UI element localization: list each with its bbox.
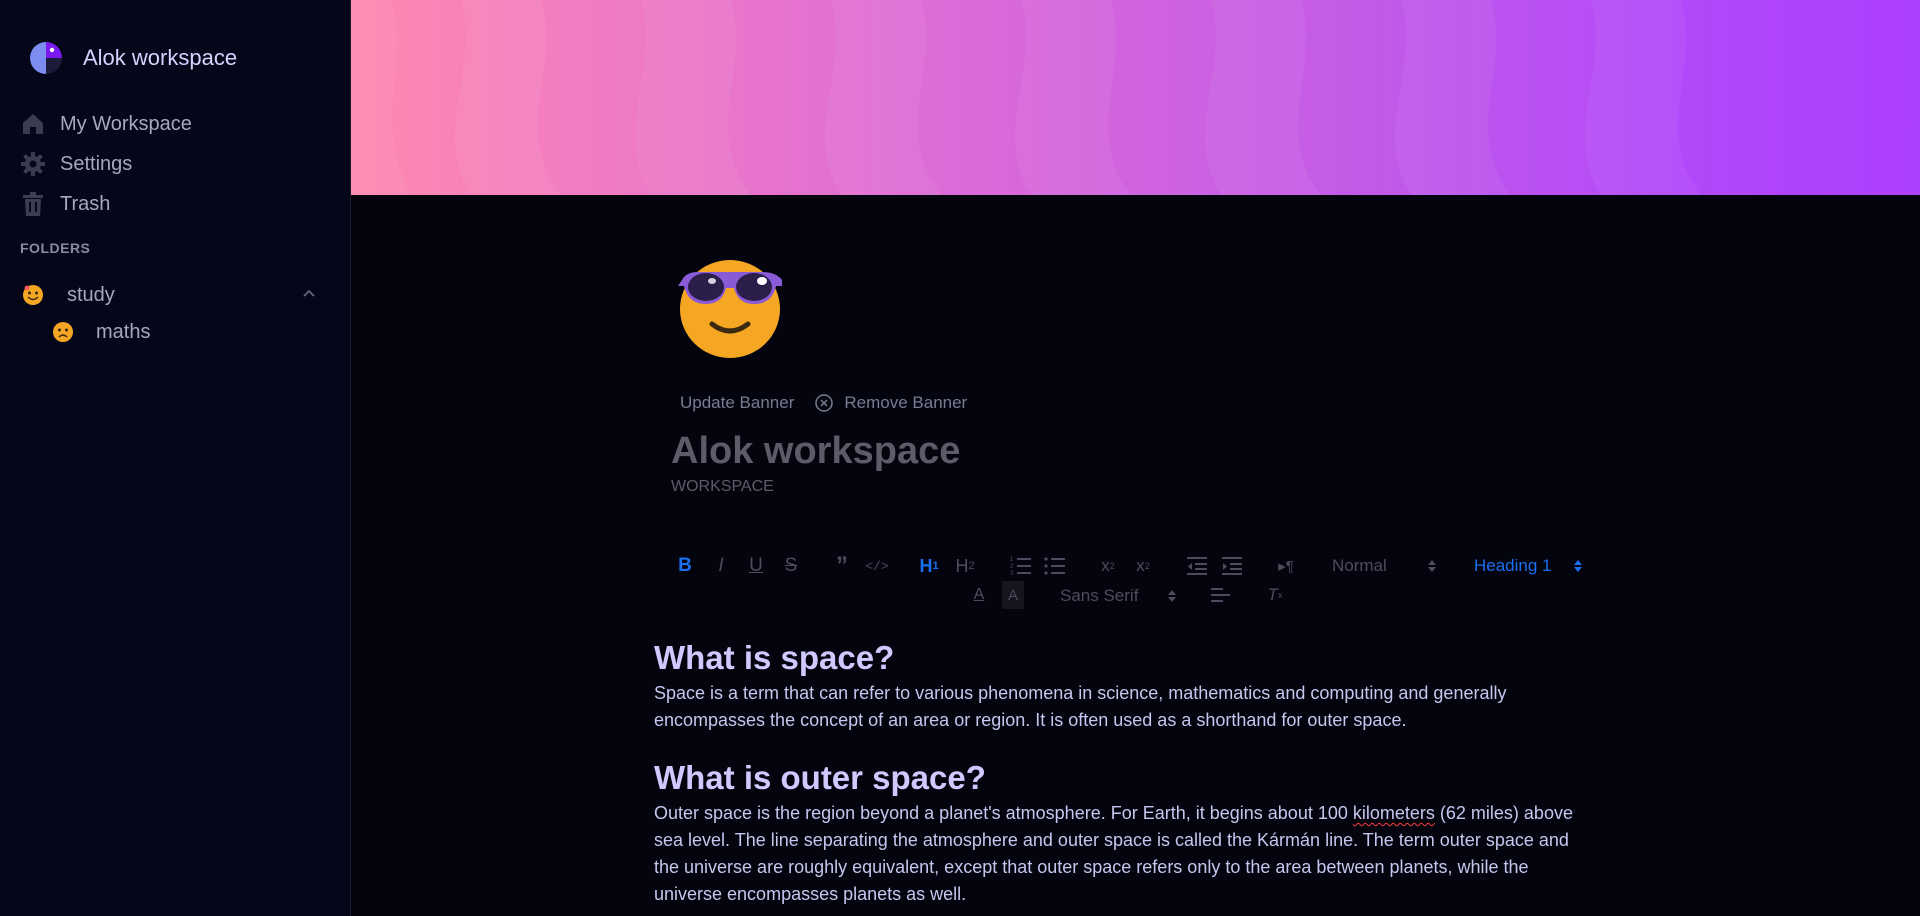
superscript-button[interactable]: x2 [1131, 552, 1155, 580]
header-select-value: Heading 1 [1474, 556, 1552, 575]
select-arrows-icon [1168, 590, 1176, 602]
sidebar-item-settings[interactable]: Settings [20, 144, 192, 184]
smiling-face-with-sunglasses-emoji-icon[interactable] [676, 254, 788, 360]
folder-label: study [67, 283, 115, 306]
sidebar-item-my-workspace[interactable]: My Workspace [20, 104, 192, 144]
text-color-button[interactable]: A [968, 581, 990, 609]
remove-banner-label: Remove Banner [844, 393, 968, 412]
sidebar-item-label: My Workspace [60, 112, 192, 135]
sidebar: Alok workspace My Workspace Settings Tra… [0, 0, 351, 916]
workspace-name: Alok workspace [83, 45, 238, 70]
file-maths[interactable]: maths [52, 318, 150, 346]
select-arrows-icon [1574, 560, 1582, 572]
banner-actions: Update Banner Remove Banner [680, 393, 967, 413]
svg-text:2: 2 [1010, 564, 1014, 570]
sad-face-emoji-icon [53, 322, 73, 342]
italic-button[interactable]: I [710, 552, 732, 580]
trash-icon [20, 191, 46, 217]
header-1-button[interactable]: H1 [916, 552, 942, 580]
font-select-value: Sans Serif [1060, 586, 1139, 605]
size-select-value: Normal [1332, 556, 1387, 575]
folder-study[interactable]: study [22, 281, 322, 309]
page-subtitle: WORKSPACE [671, 478, 774, 495]
workspace-banner [351, 0, 1920, 195]
smiling-face-emoji-icon [23, 285, 43, 305]
indent-icon[interactable] [1221, 556, 1243, 576]
underline-button[interactable]: U [745, 552, 767, 580]
subscript-button[interactable]: x2 [1096, 552, 1120, 580]
home-icon [20, 111, 46, 137]
svg-text:3: 3 [1010, 571, 1014, 576]
chevron-up-icon[interactable] [302, 287, 316, 301]
editor-toolbar: B I U S ” </> H1 H2 123 x2 x2 ▸¶ Normal … [660, 548, 1600, 612]
misspelled-word: kilometers [1352, 803, 1435, 823]
heading: What is outer space? [654, 759, 986, 796]
bold-button[interactable]: B [674, 552, 696, 580]
paragraph: Outer space is the region beyond a plane… [654, 800, 1594, 908]
svg-text:1: 1 [1010, 557, 1014, 563]
align-left-icon[interactable] [1210, 587, 1232, 603]
sidebar-nav: My Workspace Settings Trash [20, 104, 192, 224]
page-title[interactable]: Alok workspace [671, 430, 960, 473]
size-select[interactable]: Normal [1332, 553, 1442, 579]
sidebar-item-label: Settings [60, 152, 133, 175]
ordered-list-icon[interactable]: 123 [1010, 556, 1032, 576]
heading: What is space? [654, 639, 895, 676]
update-banner-button[interactable]: Update Banner [680, 393, 794, 413]
clean-formatting-button[interactable]: Tx [1264, 581, 1286, 609]
sidebar-item-trash[interactable]: Trash [20, 184, 192, 224]
banner-pattern [351, 0, 1701, 195]
paragraph: Space is a term that can refer to variou… [654, 683, 1507, 730]
select-arrows-icon [1428, 560, 1436, 572]
folders-heading: FOLDERS [20, 240, 91, 256]
gear-icon [20, 151, 46, 177]
bullet-list-icon[interactable] [1044, 556, 1066, 576]
remove-banner-button[interactable]: Remove Banner [814, 393, 967, 413]
strikethrough-button[interactable]: S [780, 552, 802, 580]
code-block-button[interactable]: </> [865, 552, 889, 580]
background-color-button[interactable]: A [1002, 581, 1024, 609]
font-select[interactable]: Sans Serif [1060, 583, 1180, 609]
paragraph-text: Outer space is the region beyond a plane… [654, 803, 1353, 823]
file-label: maths [96, 320, 151, 343]
header-2-button[interactable]: H2 [952, 552, 978, 580]
text-direction-rtl-button[interactable]: ▸¶ [1274, 552, 1298, 580]
outdent-icon[interactable] [1186, 556, 1208, 576]
workspace-brand[interactable]: Alok workspace [28, 40, 237, 76]
blockquote-button[interactable]: ” [831, 552, 853, 580]
editor-content[interactable]: What is space? Space is a term that can … [654, 636, 1594, 908]
close-circle-icon [815, 394, 834, 412]
header-select[interactable]: Heading 1 [1474, 553, 1584, 579]
sidebar-item-label: Trash [60, 192, 111, 215]
workspace-logo-icon [30, 42, 62, 74]
